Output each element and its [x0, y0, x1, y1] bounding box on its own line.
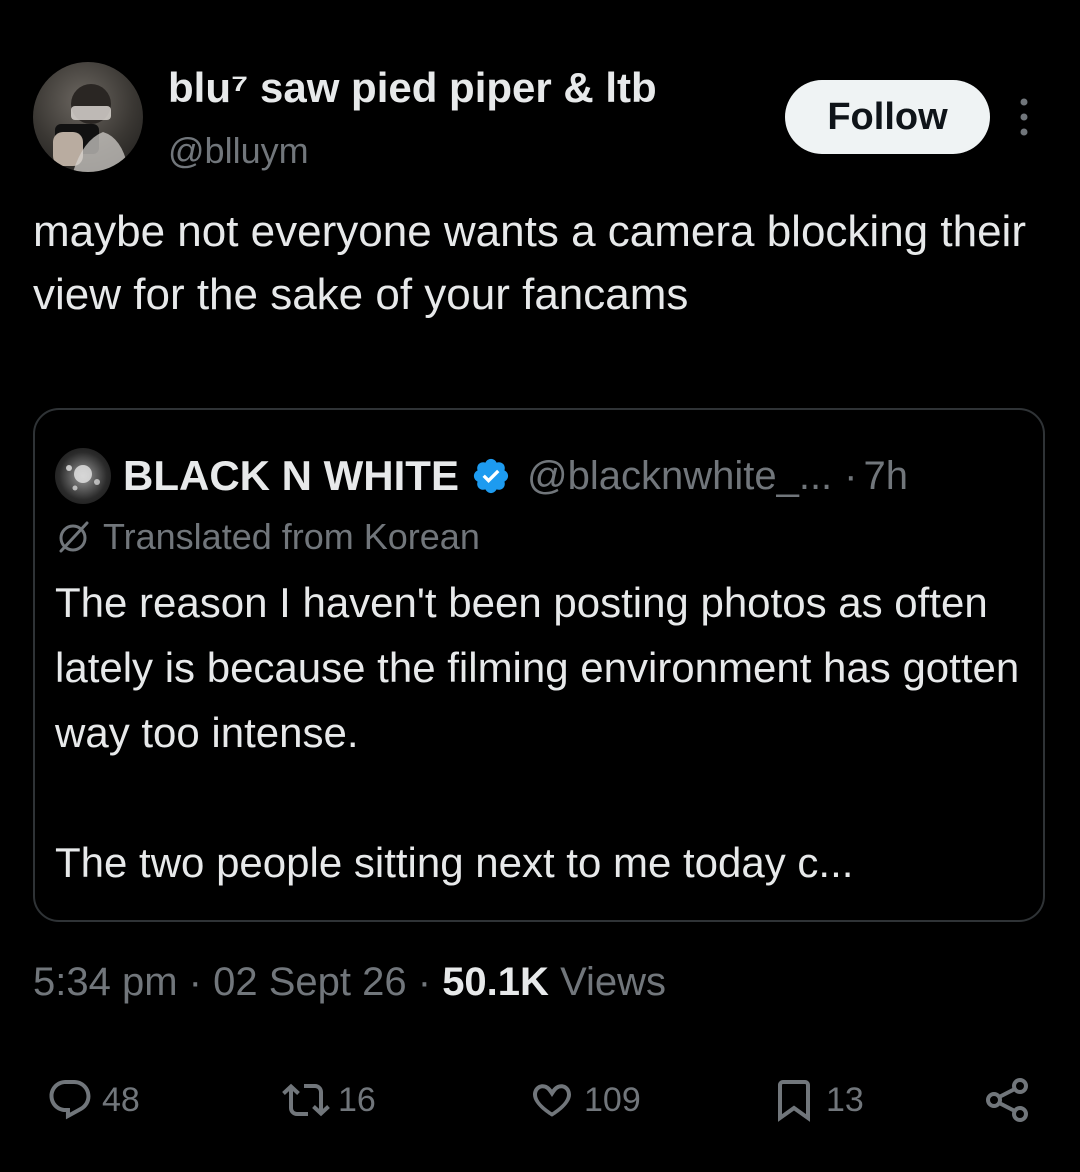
share-icon: [986, 1078, 1028, 1122]
repost-button[interactable]: 16: [282, 1068, 376, 1132]
views-label: Views: [560, 960, 667, 1004]
heart-icon: [533, 1084, 571, 1117]
bookmark-button[interactable]: 13: [770, 1068, 864, 1132]
share-button[interactable]: [984, 1068, 1040, 1132]
views-count: 50.1K: [442, 960, 549, 1004]
reply-icon: [49, 1080, 91, 1120]
tweet-time[interactable]: 5:34 pm: [33, 960, 178, 1004]
like-count: 109: [584, 1080, 641, 1119]
author-avatar[interactable]: [33, 62, 143, 172]
quoted-tweet-paragraph: The reason I haven't been posting photos…: [55, 579, 1020, 756]
quoted-tweet-card[interactable]: BLACK N WHITE @blacknwhite_... · 7h Tran…: [33, 408, 1045, 922]
author-handle[interactable]: @blluym: [168, 130, 309, 172]
action-bar: 48 16 109 13: [0, 1068, 1080, 1132]
reply-count: 48: [102, 1080, 140, 1119]
quoted-author-name: BLACK N WHITE: [123, 452, 459, 499]
tweet-meta: 5:34 pm · 02 Sept 26 · 50.1K Views: [33, 960, 666, 1005]
translate-globe-icon: [59, 521, 89, 553]
verified-badge-icon: [473, 458, 509, 494]
tweet-date[interactable]: 02 Sept 26: [213, 960, 407, 1004]
quoted-author-handle: @blacknwhite_...: [526, 453, 833, 498]
separator-dot: ·: [188, 960, 202, 1004]
repost-icon: [282, 1083, 330, 1117]
quoted-tweet-body: The reason I haven't been posting photos…: [55, 570, 1035, 895]
bookmark-count: 13: [826, 1080, 864, 1119]
tweet-text: maybe not everyone wants a camera blocki…: [33, 207, 1026, 319]
translated-label: Translated from Korean: [55, 516, 480, 558]
separator-dot: ·: [417, 960, 432, 1004]
repost-count: 16: [338, 1080, 376, 1119]
follow-button[interactable]: Follow: [785, 80, 990, 154]
reply-button[interactable]: 48: [46, 1068, 140, 1132]
like-button[interactable]: 109: [528, 1068, 641, 1132]
quoted-author-avatar: [55, 448, 111, 504]
separator-dot: ·: [844, 453, 858, 498]
quoted-tweet-header: BLACK N WHITE @blacknwhite_... · 7h: [123, 448, 908, 504]
quoted-tweet-time: 7h: [863, 453, 909, 498]
quoted-tweet-paragraph: The two people sitting next to me today …: [55, 839, 854, 886]
author-display-name[interactable]: blu⁷ saw pied piper & ltb: [168, 64, 657, 112]
translated-text: Translated from Korean: [103, 516, 480, 557]
more-options-icon[interactable]: [1012, 96, 1036, 138]
bookmark-icon: [778, 1080, 810, 1122]
